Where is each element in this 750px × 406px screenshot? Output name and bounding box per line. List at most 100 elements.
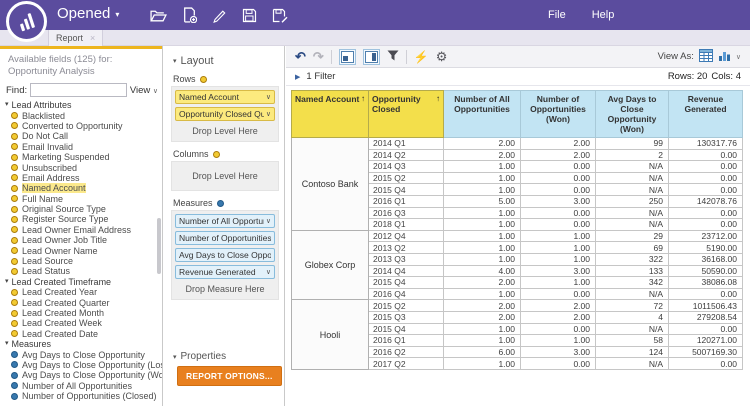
period-cell[interactable]: 2014 Q1 [369, 138, 444, 150]
field-item[interactable]: Email Invalid [0, 142, 162, 152]
lightning-icon[interactable]: ⚡ [414, 51, 429, 63]
layout-section-toggle[interactable]: ▾ Layout [173, 55, 284, 67]
field-item[interactable]: Lead Created Month [0, 308, 162, 318]
report-options-button[interactable]: REPORT OPTIONS... [177, 366, 282, 386]
column-header[interactable]: Opportunity Closed↑ [369, 91, 444, 138]
layout-pill[interactable]: Revenue Generated∨ [175, 265, 275, 279]
help-menu[interactable]: Help [592, 9, 615, 21]
field-item[interactable]: Do Not Call [0, 131, 162, 141]
field-item[interactable]: Lead Source [0, 256, 162, 266]
field-item[interactable]: Lead Owner Email Address [0, 225, 162, 235]
filter-count-label[interactable]: 1 Filter [306, 71, 335, 82]
period-cell[interactable]: 2013 Q2 [369, 242, 444, 254]
cols-count: Cols: 4 [711, 71, 741, 82]
column-header[interactable]: Named Account↑ [292, 91, 369, 138]
drop-level-target[interactable]: Drop Level Here [175, 165, 275, 187]
period-cell[interactable]: 2015 Q4 [369, 184, 444, 196]
chart-view-icon[interactable] [718, 49, 731, 65]
tab-report[interactable]: Report × [48, 30, 103, 46]
layout-pill[interactable]: Number of All Opportunities∨ [175, 214, 275, 228]
layout-pill[interactable]: Named Account∨ [175, 90, 275, 104]
field-item[interactable]: Lead Created Quarter [0, 297, 162, 307]
field-item[interactable]: Register Source Type [0, 214, 162, 224]
field-item[interactable]: Lead Owner Name [0, 245, 162, 255]
toggle-field-panel-button[interactable] [339, 49, 356, 65]
period-cell[interactable]: 2015 Q4 [369, 277, 444, 289]
field-item[interactable]: Avg Days to Close Opportunity [0, 349, 162, 359]
field-group-toggle[interactable]: ▾Lead Created Timeframe [0, 277, 162, 287]
column-header[interactable]: Revenue Generated [669, 91, 743, 138]
sort-asc-icon: ↑ [361, 94, 365, 103]
period-cell[interactable]: 2016 Q1 [369, 335, 444, 347]
field-group-toggle[interactable]: ▾Lead Attributes [0, 100, 162, 110]
period-cell[interactable]: 2017 Q2 [369, 358, 444, 370]
field-item[interactable]: Converted to Opportunity [0, 121, 162, 131]
field-item[interactable]: Number of Opportunities (Closed) [0, 391, 162, 401]
expand-arrow-icon[interactable]: ▶ [295, 73, 300, 81]
close-tab-icon[interactable]: × [90, 33, 95, 43]
field-item[interactable]: Lead Created Date [0, 329, 162, 339]
period-cell[interactable]: 2013 Q3 [369, 253, 444, 265]
field-item[interactable]: Lead Created Week [0, 318, 162, 328]
report-main: ↶ ↷ ⚡ ⚙ View As: ∨ ▶ 1 Filter Rows: 20 C… [286, 46, 750, 406]
drop-level-target[interactable]: Drop Level Here [175, 124, 275, 138]
gear-icon[interactable]: ⚙ [436, 50, 448, 63]
column-header[interactable]: Number of Opportunities (Won) [521, 91, 596, 138]
save-icon[interactable] [242, 8, 257, 23]
period-cell[interactable]: 2015 Q4 [369, 323, 444, 335]
field-item[interactable]: Number of All Opportunities [0, 381, 162, 391]
field-item[interactable]: Lead Created Year [0, 287, 162, 297]
table-view-icon[interactable] [699, 49, 713, 65]
value-cell: 3.00 [521, 346, 596, 358]
open-folder-icon[interactable] [150, 8, 167, 23]
properties-section-toggle[interactable]: ▾ Properties [173, 351, 226, 362]
field-item[interactable]: Email Address [0, 173, 162, 183]
new-report-icon[interactable] [182, 7, 197, 23]
period-cell[interactable]: 2012 Q4 [369, 230, 444, 242]
period-cell[interactable]: 2014 Q4 [369, 265, 444, 277]
undo-icon[interactable]: ↶ [295, 50, 306, 63]
period-cell[interactable]: 2014 Q2 [369, 149, 444, 161]
drop-measure-target[interactable]: Drop Measure Here [175, 282, 275, 296]
field-item[interactable]: Avg Days to Close Opportunity (Won) [0, 370, 162, 380]
sidebar-scrollbar[interactable] [157, 218, 161, 274]
period-cell[interactable]: 2016 Q3 [369, 207, 444, 219]
file-menu[interactable]: File [548, 9, 566, 21]
period-cell[interactable]: 2016 Q2 [369, 346, 444, 358]
columns-label-row: Columns [173, 149, 284, 159]
column-header[interactable]: Avg Days to Close Opportunity (Won) [596, 91, 669, 138]
redo-icon[interactable]: ↷ [313, 50, 324, 63]
period-cell[interactable]: 2015 Q3 [369, 311, 444, 323]
account-cell[interactable]: Contoso Bank [292, 138, 369, 231]
save-as-icon[interactable] [272, 8, 288, 23]
period-cell[interactable]: 2015 Q2 [369, 300, 444, 312]
period-cell[interactable]: 2014 Q3 [369, 161, 444, 173]
toggle-layout-panel-button[interactable] [363, 49, 380, 65]
field-item[interactable]: Full Name [0, 194, 162, 204]
opened-menu[interactable]: Opened ▾ [57, 5, 119, 22]
filter-funnel-icon[interactable] [387, 48, 399, 66]
field-item[interactable]: Avg Days to Close Opportunity (Lost) [0, 360, 162, 370]
field-item[interactable]: Unsubscribed [0, 162, 162, 172]
view-dropdown[interactable]: View ∨ [130, 85, 158, 96]
period-cell[interactable]: 2018 Q1 [369, 219, 444, 231]
field-group-toggle[interactable]: ▾Measures [0, 339, 162, 349]
layout-pill[interactable]: Avg Days to Close Opportunity (Won) [175, 248, 275, 262]
field-item[interactable]: Named Account [0, 183, 162, 193]
field-item[interactable]: Original Source Type [0, 204, 162, 214]
chevron-down-icon[interactable]: ∨ [736, 53, 741, 61]
account-cell[interactable]: Hooli [292, 300, 369, 370]
find-input[interactable] [30, 83, 127, 97]
account-cell[interactable]: Globex Corp [292, 230, 369, 300]
layout-pill[interactable]: Opportunity Closed Quarter∨ [175, 107, 275, 121]
field-item[interactable]: Blacklisted [0, 110, 162, 120]
field-item[interactable]: Marketing Suspended [0, 152, 162, 162]
layout-pill[interactable]: Number of Opportunities (Won) [175, 231, 275, 245]
field-item[interactable]: Lead Owner Job Title [0, 235, 162, 245]
edit-pencil-icon[interactable] [212, 8, 227, 23]
column-header[interactable]: Number of All Opportunities [444, 91, 521, 138]
period-cell[interactable]: 2016 Q1 [369, 195, 444, 207]
period-cell[interactable]: 2016 Q4 [369, 288, 444, 300]
field-item[interactable]: Lead Status [0, 266, 162, 276]
period-cell[interactable]: 2015 Q2 [369, 172, 444, 184]
